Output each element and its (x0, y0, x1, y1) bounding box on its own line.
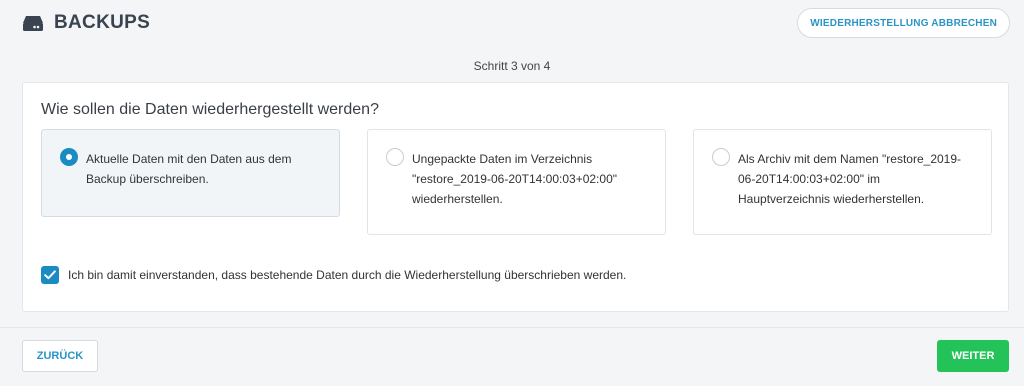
restore-options-card: Wie sollen die Daten wiederhergestellt w… (22, 82, 1009, 312)
page-title: BACKUPS (54, 12, 151, 33)
question-heading: Wie sollen die Daten wiederhergestellt w… (41, 101, 379, 118)
consent-row: Ich bin damit einverstanden, dass besteh… (41, 266, 626, 284)
page-header: BACKUPS WIEDERHERSTELLUNG ABBRECHEN (22, 8, 1010, 38)
option-archive[interactable]: Als Archiv mit dem Namen "restore_2019-0… (693, 129, 992, 235)
title-group: BACKUPS (22, 12, 150, 34)
drive-icon (22, 14, 44, 32)
abort-restore-button[interactable]: WIEDERHERSTELLUNG ABBRECHEN (797, 8, 1010, 38)
back-button[interactable]: ZURÜCK (22, 340, 98, 372)
option-unpacked-directory-label: Ungepackte Daten im Verzeichnis "restore… (412, 152, 618, 206)
option-unpacked-directory[interactable]: Ungepackte Daten im Verzeichnis "restore… (367, 129, 666, 235)
checkmark-icon (44, 270, 56, 280)
footer-divider (0, 327, 1024, 328)
radio-unselected-icon[interactable] (386, 148, 404, 166)
option-overwrite-label: Aktuelle Daten mit den Daten aus dem Bac… (86, 152, 292, 186)
next-button[interactable]: WEITER (937, 340, 1009, 372)
radio-unselected-icon[interactable] (712, 148, 730, 166)
consent-checkbox[interactable] (41, 266, 59, 284)
consent-label: Ich bin damit einverstanden, dass besteh… (68, 268, 627, 282)
radio-selected-icon[interactable] (60, 148, 78, 166)
option-archive-label: Als Archiv mit dem Namen "restore_2019-0… (738, 152, 962, 206)
step-indicator: Schritt 3 von 4 (473, 59, 551, 73)
option-overwrite[interactable]: Aktuelle Daten mit den Daten aus dem Bac… (41, 129, 340, 217)
